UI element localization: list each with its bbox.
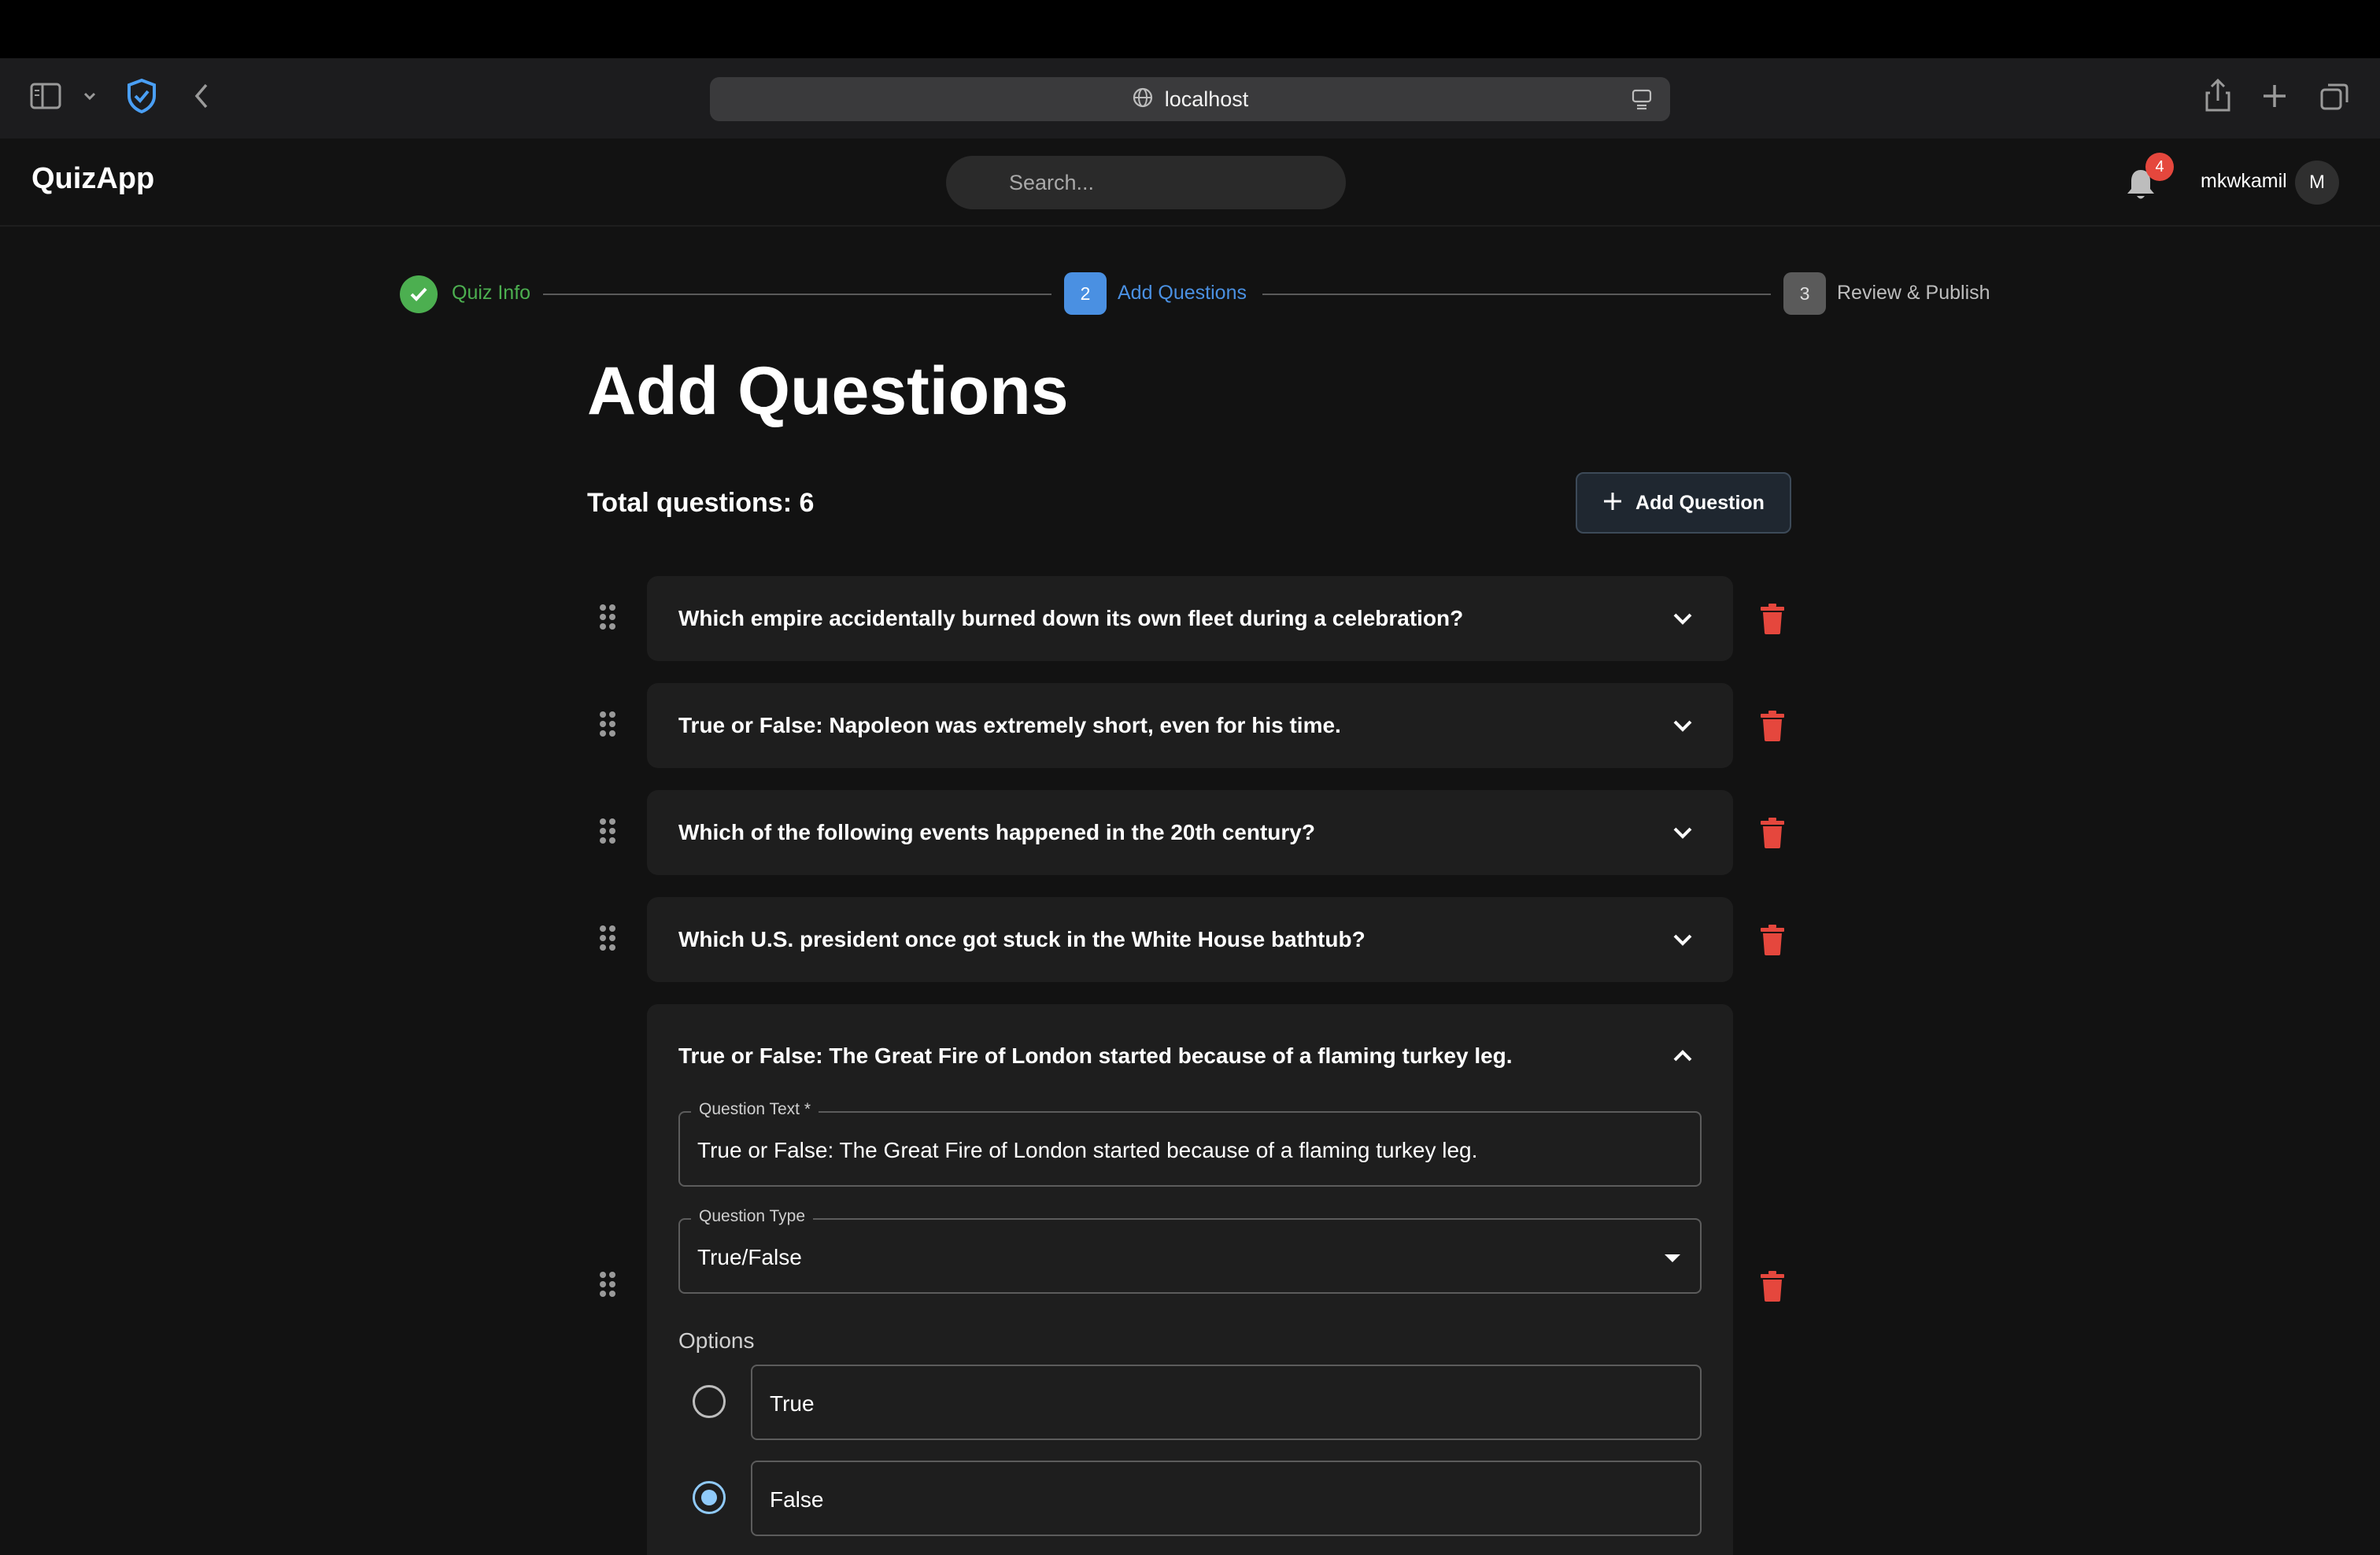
question-card[interactable]: True or False: Napoleon was extremely sh… (647, 683, 1733, 768)
page-title: Add Questions (587, 353, 1069, 429)
add-question-label: Add Question (1635, 491, 1765, 514)
question-type-value[interactable]: True/False (697, 1245, 802, 1270)
add-question-button[interactable]: Add Question (1576, 472, 1791, 534)
step-quiz-info: Quiz Info (452, 282, 531, 304)
question-text-value[interactable]: True or False: The Great Fire of London … (697, 1138, 1477, 1163)
question-card[interactable]: Which empire accidentally burned down it… (647, 576, 1733, 661)
chevron-down-icon[interactable] (1672, 932, 1694, 951)
question-header-text[interactable]: True or False: The Great Fire of London … (678, 1043, 1513, 1069)
search-input[interactable] (946, 156, 1346, 209)
step-connector (543, 294, 1051, 295)
reader-icon[interactable] (1631, 88, 1653, 114)
question-text: Which empire accidentally burned down it… (678, 606, 1464, 630)
question-text: True or False: Napoleon was extremely sh… (678, 713, 1341, 737)
option-field-true[interactable]: True (751, 1365, 1702, 1440)
chevron-up-icon[interactable] (1672, 1048, 1694, 1068)
app-header: QuizApp 4 mkwkamil M (0, 139, 2380, 227)
url-text: localhost (1164, 87, 1249, 111)
trash-icon[interactable] (1760, 603, 1785, 634)
sidebar-icon[interactable] (30, 82, 66, 110)
check-icon (400, 275, 438, 313)
brand-logo[interactable]: QuizApp (31, 162, 154, 196)
back-icon[interactable] (192, 82, 211, 110)
chevron-down-icon[interactable] (1672, 825, 1694, 844)
option-value[interactable]: True (770, 1391, 815, 1416)
option-field-false[interactable]: False (751, 1461, 1702, 1536)
step-add-questions: Add Questions (1118, 282, 1247, 304)
system-menubar (0, 0, 2380, 58)
address-bar[interactable]: localhost (710, 77, 1670, 121)
chevron-down-icon[interactable] (82, 90, 98, 102)
question-text: Which U.S. president once got stuck in t… (678, 927, 1366, 951)
notification-badge: 4 (2145, 153, 2174, 181)
option-radio-true[interactable] (693, 1385, 726, 1418)
step-number-3: 3 (1783, 272, 1826, 315)
question-card[interactable]: Which U.S. president once got stuck in t… (647, 897, 1733, 982)
trash-icon[interactable] (1760, 924, 1785, 955)
question-type-select[interactable]: Question Type True/False (678, 1207, 1702, 1294)
drag-handle-icon[interactable] (598, 1270, 617, 1298)
question-type-label: Question Type (691, 1207, 814, 1226)
total-questions: Total questions: 6 (587, 488, 815, 518)
tabs-icon[interactable] (2319, 80, 2350, 112)
drag-handle-icon[interactable] (598, 710, 617, 738)
trash-icon[interactable] (1760, 710, 1785, 741)
trash-icon[interactable] (1760, 1270, 1785, 1302)
drag-handle-icon[interactable] (598, 603, 617, 631)
drag-handle-icon[interactable] (598, 817, 617, 845)
question-card[interactable]: Which of the following events happened i… (647, 790, 1733, 875)
stepper: Quiz Info 2 Add Questions 3 Review & Pub… (0, 268, 2380, 318)
globe-icon (1132, 87, 1154, 113)
option-radio-false[interactable] (693, 1481, 726, 1514)
step-number-2: 2 (1064, 272, 1107, 315)
plus-icon[interactable] (2260, 82, 2289, 110)
step-connector (1262, 294, 1771, 295)
options-label: Options (678, 1328, 755, 1353)
step-review-publish: Review & Publish (1837, 282, 1990, 304)
caret-down-icon[interactable] (1664, 1253, 1681, 1267)
drag-handle-icon[interactable] (598, 924, 617, 952)
question-text-label: Question Text * (691, 1100, 819, 1119)
trash-icon[interactable] (1760, 817, 1785, 848)
avatar[interactable]: M (2295, 161, 2339, 205)
chevron-down-icon[interactable] (1672, 718, 1694, 737)
question-text-field[interactable]: Question Text * True or False: The Great… (678, 1100, 1702, 1187)
shield-icon[interactable] (124, 77, 159, 115)
username[interactable]: mkwkamil (2201, 170, 2287, 193)
plus-icon (1602, 491, 1623, 515)
share-icon[interactable] (2202, 77, 2234, 115)
option-value[interactable]: False (770, 1487, 823, 1513)
question-text: Which of the following events happened i… (678, 820, 1315, 844)
question-card-expanded: True or False: The Great Fire of London … (647, 1004, 1733, 1555)
chevron-down-icon[interactable] (1672, 611, 1694, 630)
